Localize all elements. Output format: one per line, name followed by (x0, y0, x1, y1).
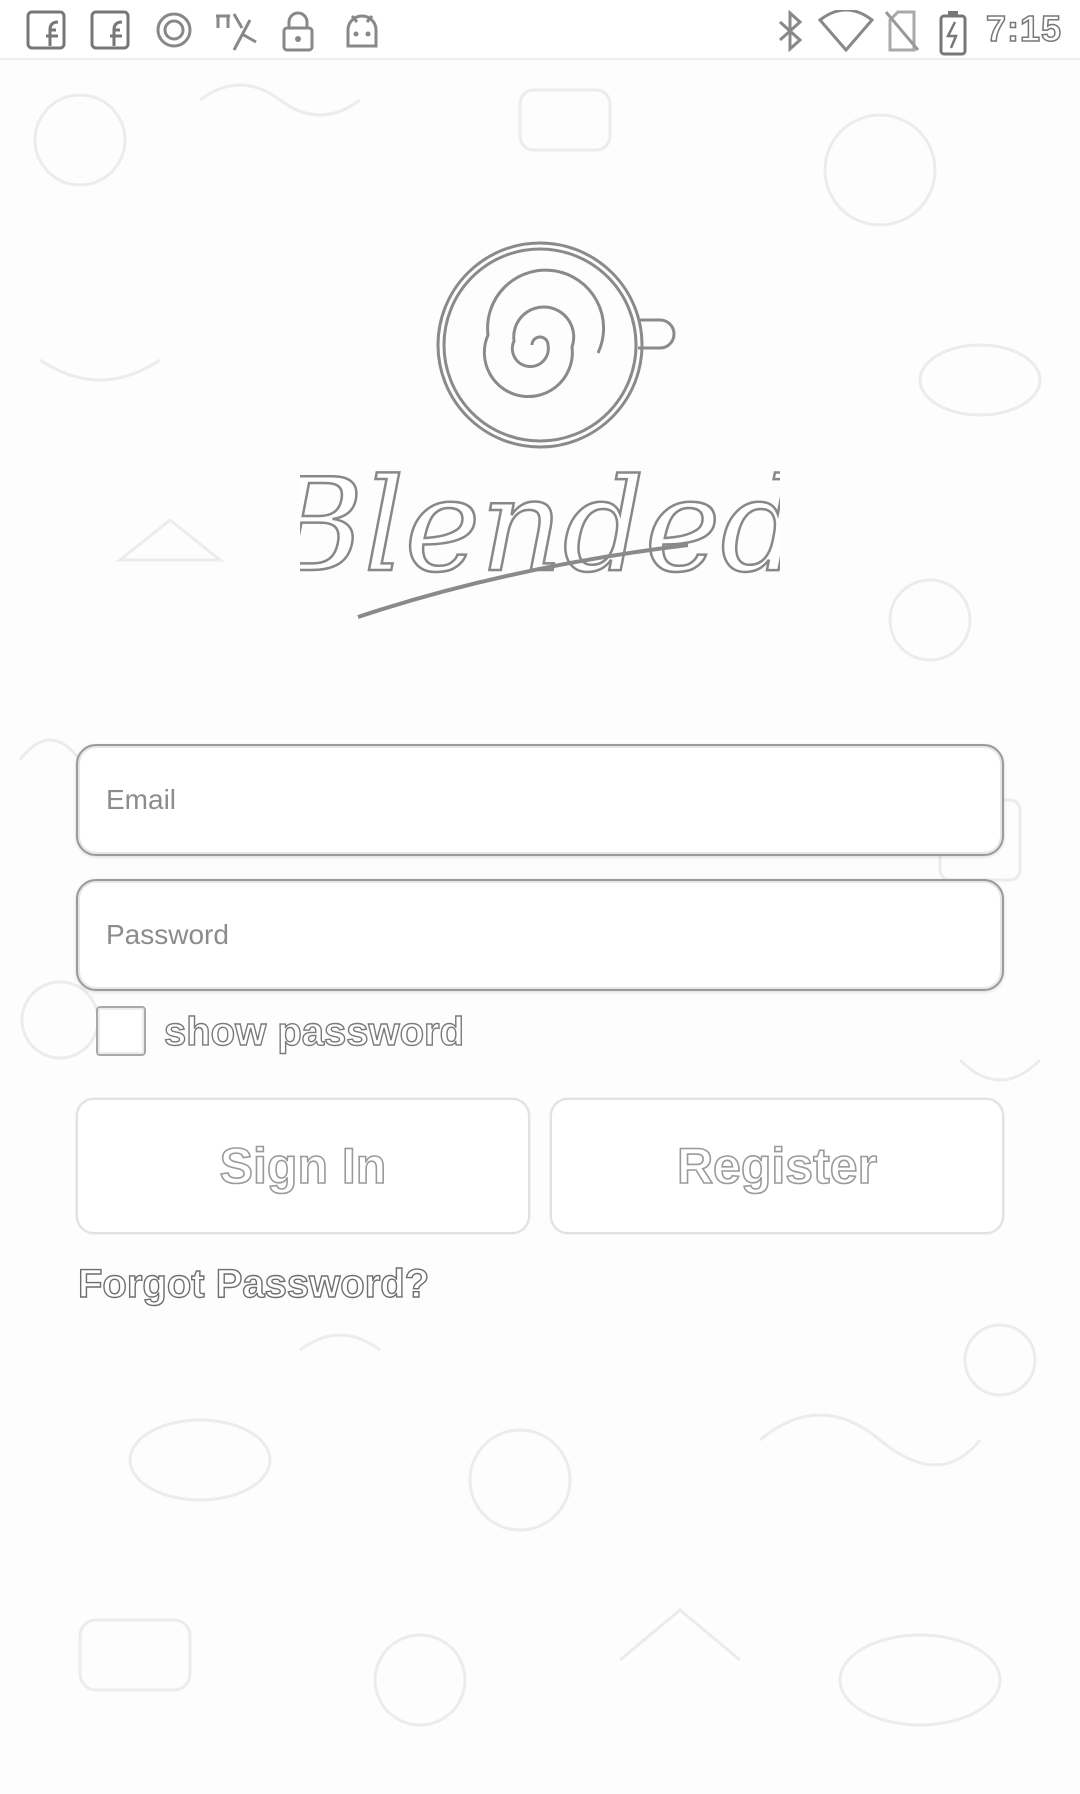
status-bar: 7:15 (0, 0, 1080, 60)
android-icon (346, 14, 378, 48)
register-label: Register (676, 1137, 878, 1195)
sign-in-button[interactable]: Sign In (76, 1098, 530, 1234)
register-button[interactable]: Register (550, 1098, 1004, 1234)
circle-icon (156, 12, 192, 48)
sign-in-label: Sign In (219, 1137, 387, 1195)
facebook-icon (26, 10, 66, 50)
password-field[interactable] (76, 879, 1004, 991)
app-icon (216, 13, 257, 51)
password-input[interactable] (78, 881, 1002, 989)
clock: 7:15 (985, 7, 1062, 50)
wifi-icon (818, 10, 874, 52)
blended-logo: Blended (300, 241, 780, 619)
show-password-checkbox[interactable] (96, 1006, 146, 1056)
lock-icon (282, 11, 314, 52)
show-password-label: show password (163, 1009, 465, 1054)
svg-text:Blended: Blended (300, 452, 780, 601)
forgot-password-link[interactable]: Forgot Password? (77, 1261, 430, 1307)
email-input[interactable] (78, 746, 1002, 854)
facebook-icon (90, 10, 130, 50)
email-field[interactable] (76, 744, 1004, 856)
battery-charging-icon (939, 11, 967, 56)
no-sim-icon (884, 10, 920, 52)
bluetooth-icon (778, 10, 803, 52)
